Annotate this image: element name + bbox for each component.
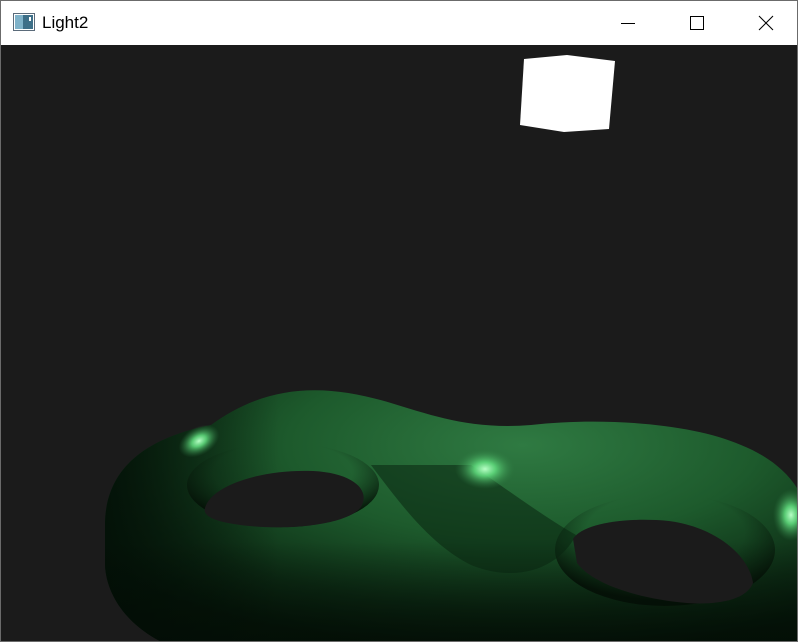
maximize-icon bbox=[689, 15, 705, 31]
application-window-icon bbox=[13, 13, 35, 31]
application-window: Light2 bbox=[0, 0, 798, 642]
window-title: Light2 bbox=[42, 13, 89, 32]
minimize-button[interactable] bbox=[605, 1, 651, 45]
close-icon bbox=[758, 15, 774, 31]
light-source-cube bbox=[520, 55, 615, 132]
maximize-button[interactable] bbox=[674, 1, 720, 45]
opengl-render-viewport[interactable] bbox=[1, 45, 797, 641]
double-torus-mesh bbox=[105, 390, 797, 641]
minimize-icon bbox=[620, 15, 636, 31]
title-bar[interactable]: Light2 bbox=[1, 1, 797, 45]
close-button[interactable] bbox=[743, 1, 789, 45]
